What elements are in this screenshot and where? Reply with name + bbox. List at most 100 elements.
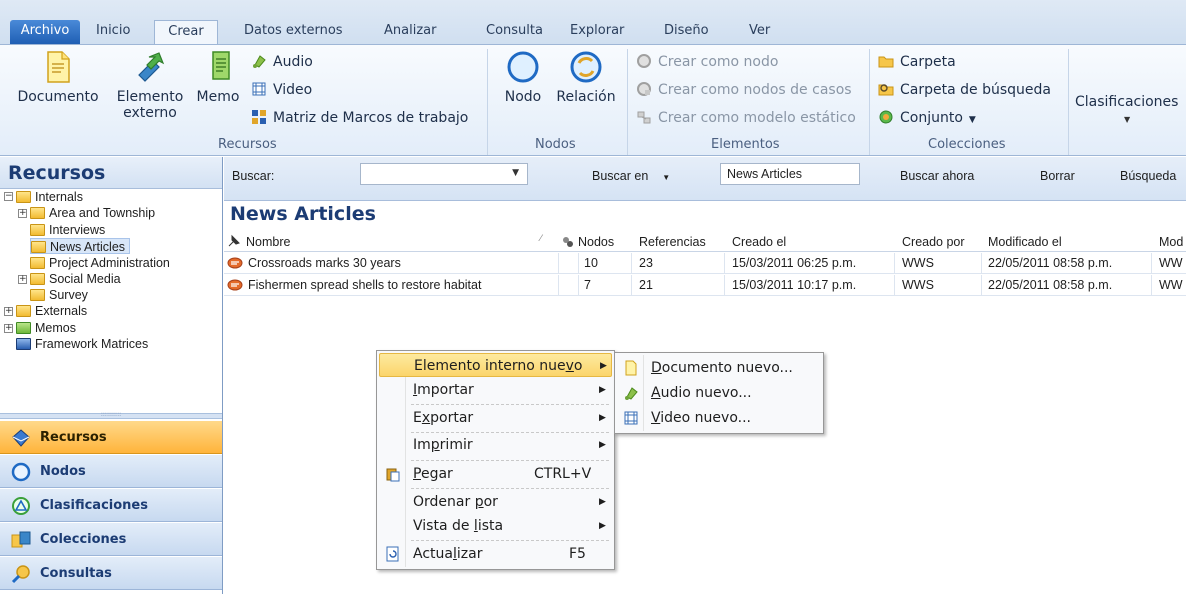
carpeta-button[interactable]: Carpeta [878,51,956,73]
tree-item-internals[interactable]: Internals [16,189,83,205]
column-header-nodos[interactable]: Nodos [578,232,628,252]
table-row[interactable]: Crossroads marks 30 years 10 23 15/03/20… [224,253,1186,274]
tab-datos-externos[interactable]: Datos externos [240,20,347,44]
nav-consultas[interactable]: Consultas [0,557,222,590]
busqueda-avanzada-button[interactable]: Búsqueda [1120,169,1176,183]
column-header-mod[interactable]: Mod [1159,232,1186,252]
tab-archivo[interactable]: Archivo [10,20,80,44]
expand-icon[interactable]: + [18,275,27,284]
expand-icon[interactable]: + [4,324,13,333]
buscar-ahora-button[interactable]: Buscar ahora [900,169,974,183]
tree-item-news[interactable]: News Articles [30,238,131,254]
crear-como-estatico-button[interactable]: Crear como modelo estático [636,107,856,129]
cell-nombre: Fishermen spread shells to restore habit… [248,278,482,292]
cell-separator [894,253,895,274]
tree-item-label: Framework Matrices [35,337,149,351]
cell-nodos: 7 [584,278,591,292]
tab-inicio[interactable]: Inicio [92,20,134,44]
nav-nodos[interactable]: Nodos [0,455,222,488]
audio-button[interactable]: Audio [251,51,313,73]
crear-como-casos-label: Crear como nodos de casos [658,82,852,98]
menu-item-label: Video nuevo... [651,410,752,426]
nav-clasificaciones[interactable]: Clasificaciones [0,489,222,522]
cell-creado-por: WWS [902,278,934,292]
chevron-down-icon[interactable]: ▼ [512,168,519,178]
memo-label: Memo [196,89,240,105]
video-icon [251,81,267,97]
folder-icon [30,273,45,285]
menu-item-pegar[interactable]: Pegar CTRL+V [379,462,612,486]
menu-item-exportar[interactable]: Exportar ▶ [379,406,612,430]
tree-item-social[interactable]: Social Media [30,271,121,287]
tab-consulta[interactable]: Consulta [482,20,547,44]
tab-analizar[interactable]: Analizar [380,20,440,44]
relacion-button[interactable]: Relación [554,49,618,135]
column-header-nombre[interactable]: Nombre [246,232,546,252]
borrar-button[interactable]: Borrar [1040,169,1075,183]
tree-item-survey[interactable]: Survey [30,287,88,303]
tree-item-label: Interviews [49,223,106,237]
video-icon [623,410,639,426]
menu-item-shortcut: CTRL+V [534,466,592,482]
expand-icon[interactable]: + [18,209,27,218]
tab-ver[interactable]: Ver [745,20,774,44]
buscar-en-button[interactable]: Buscar en ▼ [592,169,670,183]
search-scope-field[interactable]: News Articles [720,163,860,185]
paste-icon [385,466,401,482]
menu-item-label: Imprimir [413,437,473,453]
tab-diseno[interactable]: Diseño [660,20,713,44]
matriz-button[interactable]: Matriz de Marcos de trabajo [251,107,468,129]
nodo-button[interactable]: Nodo [496,49,550,135]
column-header-creado-por[interactable]: Creado por [902,232,982,252]
tree-item-project[interactable]: Project Administration [30,255,170,271]
cell-modificado-el: 22/05/2011 08:58 p.m. [988,256,1113,270]
tree-item-framework[interactable]: Framework Matrices [16,336,148,352]
nodos-group-label: Nodos [535,137,576,152]
collapse-icon[interactable]: − [4,192,13,201]
documento-button[interactable]: Documento [16,49,100,135]
tree-item-area[interactable]: Area and Township [30,205,155,221]
cell-separator [894,275,895,296]
column-header-referencias[interactable]: Referencias [639,232,719,252]
list-header: Nombre ⁄ Nodos Referencias Creado el Cre… [224,232,1186,252]
table-row[interactable]: Fishermen spread shells to restore habit… [224,275,1186,296]
video-button[interactable]: Video [251,79,312,101]
menu-item-video-nuevo[interactable]: Video nuevo... [617,406,821,430]
menu-item-ordenar-por[interactable]: Ordenar por ▶ [379,490,612,514]
memo-button[interactable]: Memo [193,49,243,135]
menu-item-documento-nuevo[interactable]: Documento nuevo... [617,356,821,380]
tree-item-interviews[interactable]: Interviews [30,222,105,238]
node-icon [506,49,540,85]
menu-item-audio-nuevo[interactable]: Audio nuevo... [617,381,821,405]
elemento-externo-button[interactable]: Elemento externo [112,49,188,135]
tab-crear[interactable]: Crear [154,20,218,44]
clasificaciones-button[interactable]: Clasificaciones [1075,91,1178,113]
cell-separator [558,275,559,296]
classifications-icon [10,495,32,517]
conjunto-button[interactable]: Conjunto ▼ [878,107,976,129]
column-header-creado-el[interactable]: Creado el [732,232,882,252]
tree-item-externals[interactable]: Externals [16,303,87,319]
nav-recursos[interactable]: Recursos [0,421,222,454]
crear-como-casos-button[interactable]: Crear como nodos de casos [636,79,852,101]
audio-label: Audio [273,54,313,70]
nav-colecciones[interactable]: Colecciones [0,523,222,556]
menu-item-vista-de-lista[interactable]: Vista de lista ▶ [379,514,612,538]
expand-icon[interactable]: + [4,307,13,316]
menu-item-imprimir[interactable]: Imprimir ▶ [379,433,612,457]
submenu-arrow-icon: ▶ [599,497,606,507]
search-input[interactable]: ▼ [360,163,528,185]
nav-label: Consultas [40,566,112,581]
column-header-modificado-el[interactable]: Modificado el [988,232,1138,252]
pane-splitter[interactable]: :::::::::: [0,412,222,419]
folder-icon [30,224,45,236]
crear-como-nodo-button[interactable]: Crear como nodo [636,51,778,73]
menu-item-actualizar[interactable]: Actualizar F5 [379,542,612,566]
tree-item-memos[interactable]: Memos [16,320,76,336]
menu-item-elemento-interno-nuevo[interactable]: Elemento interno nuevo ▶ [379,353,612,377]
carpeta-busqueda-button[interactable]: Carpeta de búsqueda [878,79,1051,101]
tab-explorar[interactable]: Explorar [566,20,628,44]
elementos-group-label: Elementos [711,137,780,152]
menu-item-importar[interactable]: Importar ▶ [379,378,612,402]
folder-icon [16,191,31,203]
